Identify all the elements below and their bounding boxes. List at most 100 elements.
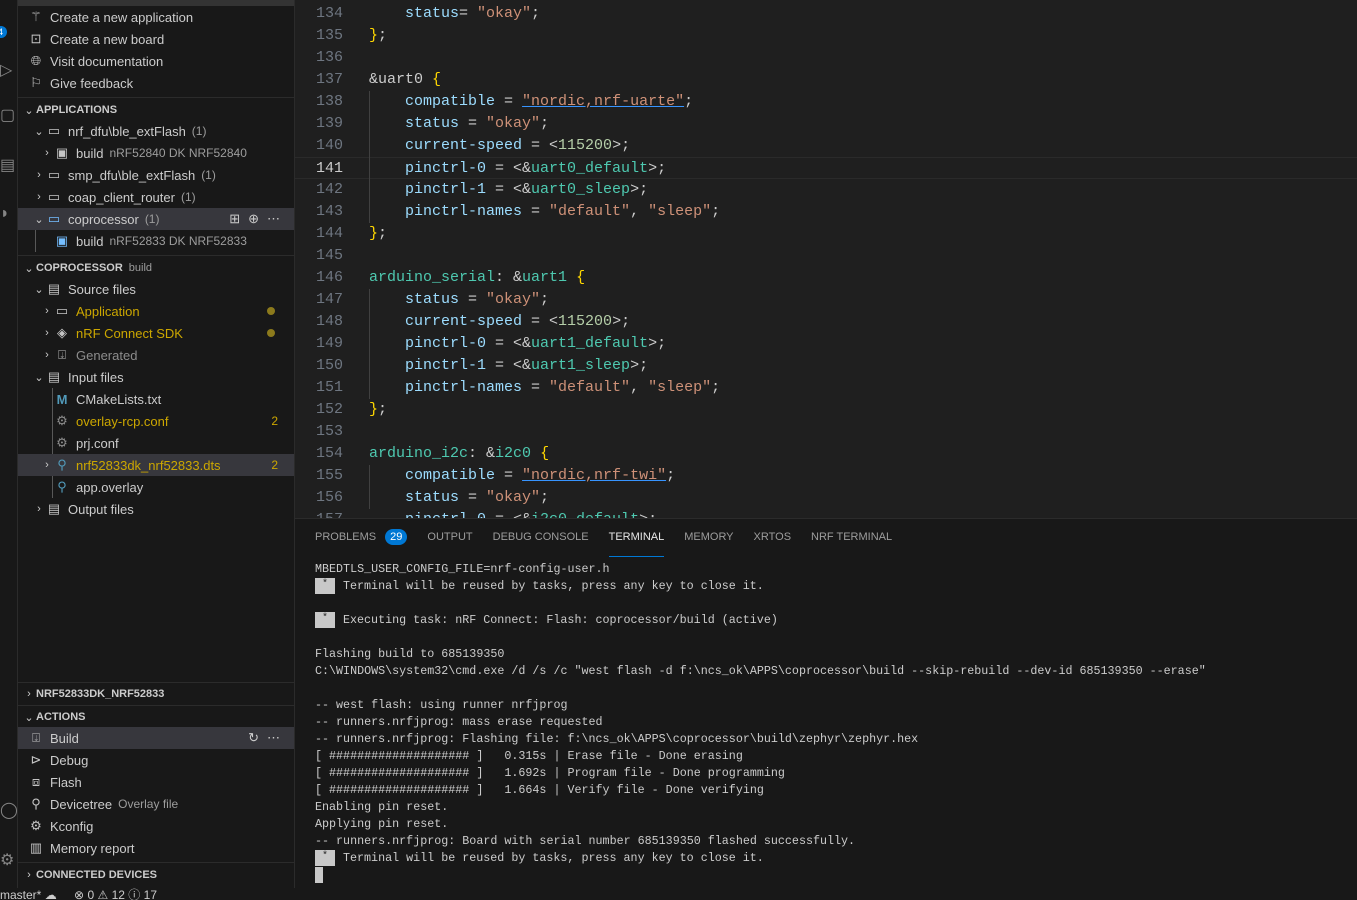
more-actions-icon[interactable]: ⋯: [267, 730, 280, 746]
more-actions-icon[interactable]: ⋯: [267, 211, 280, 227]
output-folder-icon: ▤: [47, 501, 61, 516]
panel-tab-xrtos[interactable]: XRTOS: [744, 519, 802, 555]
panel-tab-terminal[interactable]: TERMINAL: [599, 519, 675, 557]
tree-input-files[interactable]: ⌄ ▤ Input files: [18, 366, 294, 388]
file-cmakelists[interactable]: M CMakeLists.txt: [18, 388, 294, 410]
rebuild-icon[interactable]: ↻: [248, 730, 259, 746]
account-icon[interactable]: ◯: [0, 800, 18, 820]
app-item-coprocessor[interactable]: ⌄ ▭ coprocessor (1) ⊞ ⊕ ⋯: [18, 208, 294, 230]
code-token: 115200: [558, 137, 613, 154]
connected-devices-section-header[interactable]: › CONNECTED DEVICES: [18, 864, 294, 886]
code-line[interactable]: 139 status = "okay";: [295, 113, 1357, 135]
code-token: = <: [522, 313, 559, 330]
code-line[interactable]: 152};: [295, 399, 1357, 421]
code-line[interactable]: 147 status = "okay";: [295, 289, 1357, 311]
run-debug-icon[interactable]: ▷: [0, 60, 12, 80]
tree-generated[interactable]: › ⍗ Generated: [18, 344, 294, 366]
panel-tab-nrf-terminal[interactable]: NRF TERMINAL: [801, 519, 902, 555]
code-line[interactable]: 143 pinctrl-names = "default", "sleep";: [295, 201, 1357, 223]
devicetree-icon: ⚲: [31, 796, 41, 811]
explorer-icon[interactable]: ▤: [0, 155, 15, 175]
code-line[interactable]: 142 pinctrl-1 = <&uart0_sleep>;: [295, 179, 1357, 201]
chevron-right-icon: ›: [37, 503, 41, 515]
welcome-create-application[interactable]: ⚚ Create a new application: [18, 6, 294, 28]
welcome-visit-documentation[interactable]: 🌐︎ Visit documentation: [18, 50, 294, 72]
code-line[interactable]: 146 arduino_serial: &uart1 {: [295, 267, 1357, 289]
terminal-output[interactable]: MBEDTLS_USER_CONFIG_FILE=nrf-config-user…: [315, 561, 1206, 883]
code-token: pinctrl-1: [369, 357, 487, 374]
applications-section-header[interactable]: ⌄ APPLICATIONS: [18, 99, 294, 121]
action-kconfig[interactable]: ⚙ Kconfig: [18, 815, 294, 837]
code-line[interactable]: 155 compatible = "nordic,nrf-twi";: [295, 465, 1357, 487]
code-line[interactable]: 153: [295, 421, 1357, 443]
code-text: pinctrl-1 = <&uart0_sleep>;: [369, 179, 648, 201]
action-debug[interactable]: ⊳ Debug: [18, 749, 294, 771]
code-line[interactable]: 141 pinctrl-0 = <&uart0_default>;: [295, 157, 1357, 179]
build-item-nrf52840[interactable]: › ▣ build nRF52840 DK NRF52840: [18, 142, 294, 164]
code-text: pinctrl-names = "default", "sleep";: [369, 377, 720, 399]
code-token: = <&: [486, 335, 532, 352]
new-build-icon[interactable]: ⊕: [248, 211, 259, 227]
code-token: ;: [378, 27, 388, 44]
board-section-header[interactable]: › NRF52833DK_NRF52833: [18, 683, 294, 705]
app-item-coap-client-router[interactable]: › ▭ coap_client_router (1): [18, 186, 294, 208]
code-line[interactable]: 157 pinctrl-0 = <&i2c0_default>;: [295, 509, 1357, 518]
tree-source-files[interactable]: ⌄ ▤ Source files: [18, 278, 294, 300]
code-line[interactable]: 135};: [295, 25, 1357, 47]
code-editor[interactable]: 134 status= "okay"; 135}; 136 137 &uart0 {13…: [295, 0, 1357, 518]
line-number: 145: [315, 247, 343, 264]
terminal-text: Flashing build to 685139350: [315, 647, 505, 661]
file-app-overlay[interactable]: ⚲ app.overlay: [18, 476, 294, 498]
action-devicetree[interactable]: ⚲ Devicetree Overlay file: [18, 793, 294, 815]
welcome-give-feedback[interactable]: ⚐ Give feedback: [18, 72, 294, 94]
code-line[interactable]: 145: [295, 245, 1357, 267]
terminal-text: [ #################### ] 1.692s | Progra…: [315, 766, 785, 780]
branch-indicator[interactable]: master* ☁: [0, 888, 57, 900]
tab-label: TERMINAL: [608, 531, 665, 543]
code-line[interactable]: 144};: [295, 223, 1357, 245]
panel-tab-problems[interactable]: PROBLEMS 29: [315, 519, 417, 555]
settings-gear-icon[interactable]: ⚙: [0, 850, 14, 870]
code-line[interactable]: 148 current-speed = <115200>;: [295, 311, 1357, 333]
code-line[interactable]: 149 pinctrl-0 = <&uart1_default>;: [295, 333, 1357, 355]
code-line[interactable]: 156 status = "okay";: [295, 487, 1357, 509]
code-token: compatible: [369, 467, 496, 484]
coprocessor-section-header[interactable]: ⌄ COPROCESSOR build: [18, 257, 294, 279]
code-line[interactable]: 151 pinctrl-names = "default", "sleep";: [295, 377, 1357, 399]
welcome-create-board[interactable]: ⊡ Create a new board: [18, 28, 294, 50]
action-flash[interactable]: ⧈ Flash: [18, 771, 294, 793]
file-overlay-rcp-conf[interactable]: ⚙ overlay-rcp.conf 2: [18, 410, 294, 432]
app-item-nrf-dfu[interactable]: ⌄ ▭ nrf_dfu\ble_extFlash (1): [18, 120, 294, 142]
code-line[interactable]: 140 current-speed = <115200>;: [295, 135, 1357, 157]
modified-dot: [267, 307, 275, 315]
code-line[interactable]: 154 arduino_i2c: &i2c0 {: [295, 443, 1357, 465]
terminal-text: [ #################### ] 0.315s | Erase …: [315, 749, 743, 763]
code-line[interactable]: 138 compatible = "nordic,nrf-uarte";: [295, 91, 1357, 113]
problems-indicator[interactable]: ⊗ 0 ⚠ 12 ⓘ 17: [74, 888, 157, 900]
actions-section-header[interactable]: ⌄ ACTIONS: [18, 706, 294, 728]
tree-nrf-connect-sdk[interactable]: › ◈ nRF Connect SDK: [18, 322, 294, 344]
code-token: }: [369, 401, 379, 418]
nrf-connect-icon[interactable]: ◗: [0, 205, 10, 223]
code-line[interactable]: 150 pinctrl-1 = <&uart1_sleep>;: [295, 355, 1357, 377]
action-build[interactable]: ⍗ Build ↻ ⋯: [18, 727, 294, 749]
build-item-nrf52833[interactable]: ▣ build nRF52833 DK NRF52833: [18, 230, 294, 252]
file-prj-conf[interactable]: ⚙ prj.conf: [18, 432, 294, 454]
action-memory-report[interactable]: ▥ Memory report: [18, 837, 294, 859]
file-nrf52833dk-dts[interactable]: › ⚲ nrf52833dk_nrf52833.dts 2: [18, 454, 294, 476]
code-line[interactable]: 136: [295, 47, 1357, 69]
code-text: status = "okay";: [369, 487, 549, 509]
code-line[interactable]: 134 status= "okay";: [295, 3, 1357, 25]
tree-output-files[interactable]: › ▤ Output files: [18, 498, 294, 520]
panel-tab-memory[interactable]: MEMORY: [674, 519, 743, 555]
add-build-configuration-icon[interactable]: ⊞: [229, 211, 240, 227]
tree-application[interactable]: › ▭ Application: [18, 300, 294, 322]
terminal-line: [ #################### ] 1.664s | Verify…: [315, 782, 1206, 799]
panel-tab-debug-console[interactable]: DEBUG CONSOLE: [483, 519, 599, 555]
panel-tab-output[interactable]: OUTPUT: [417, 519, 482, 555]
code-line[interactable]: 137 &uart0 {: [295, 69, 1357, 91]
modified-dot: [267, 329, 275, 337]
extensions-icon[interactable]: ▢: [0, 105, 15, 125]
line-number: 149: [315, 335, 343, 352]
app-item-smp-dfu[interactable]: › ▭ smp_dfu\ble_extFlash (1): [18, 164, 294, 186]
